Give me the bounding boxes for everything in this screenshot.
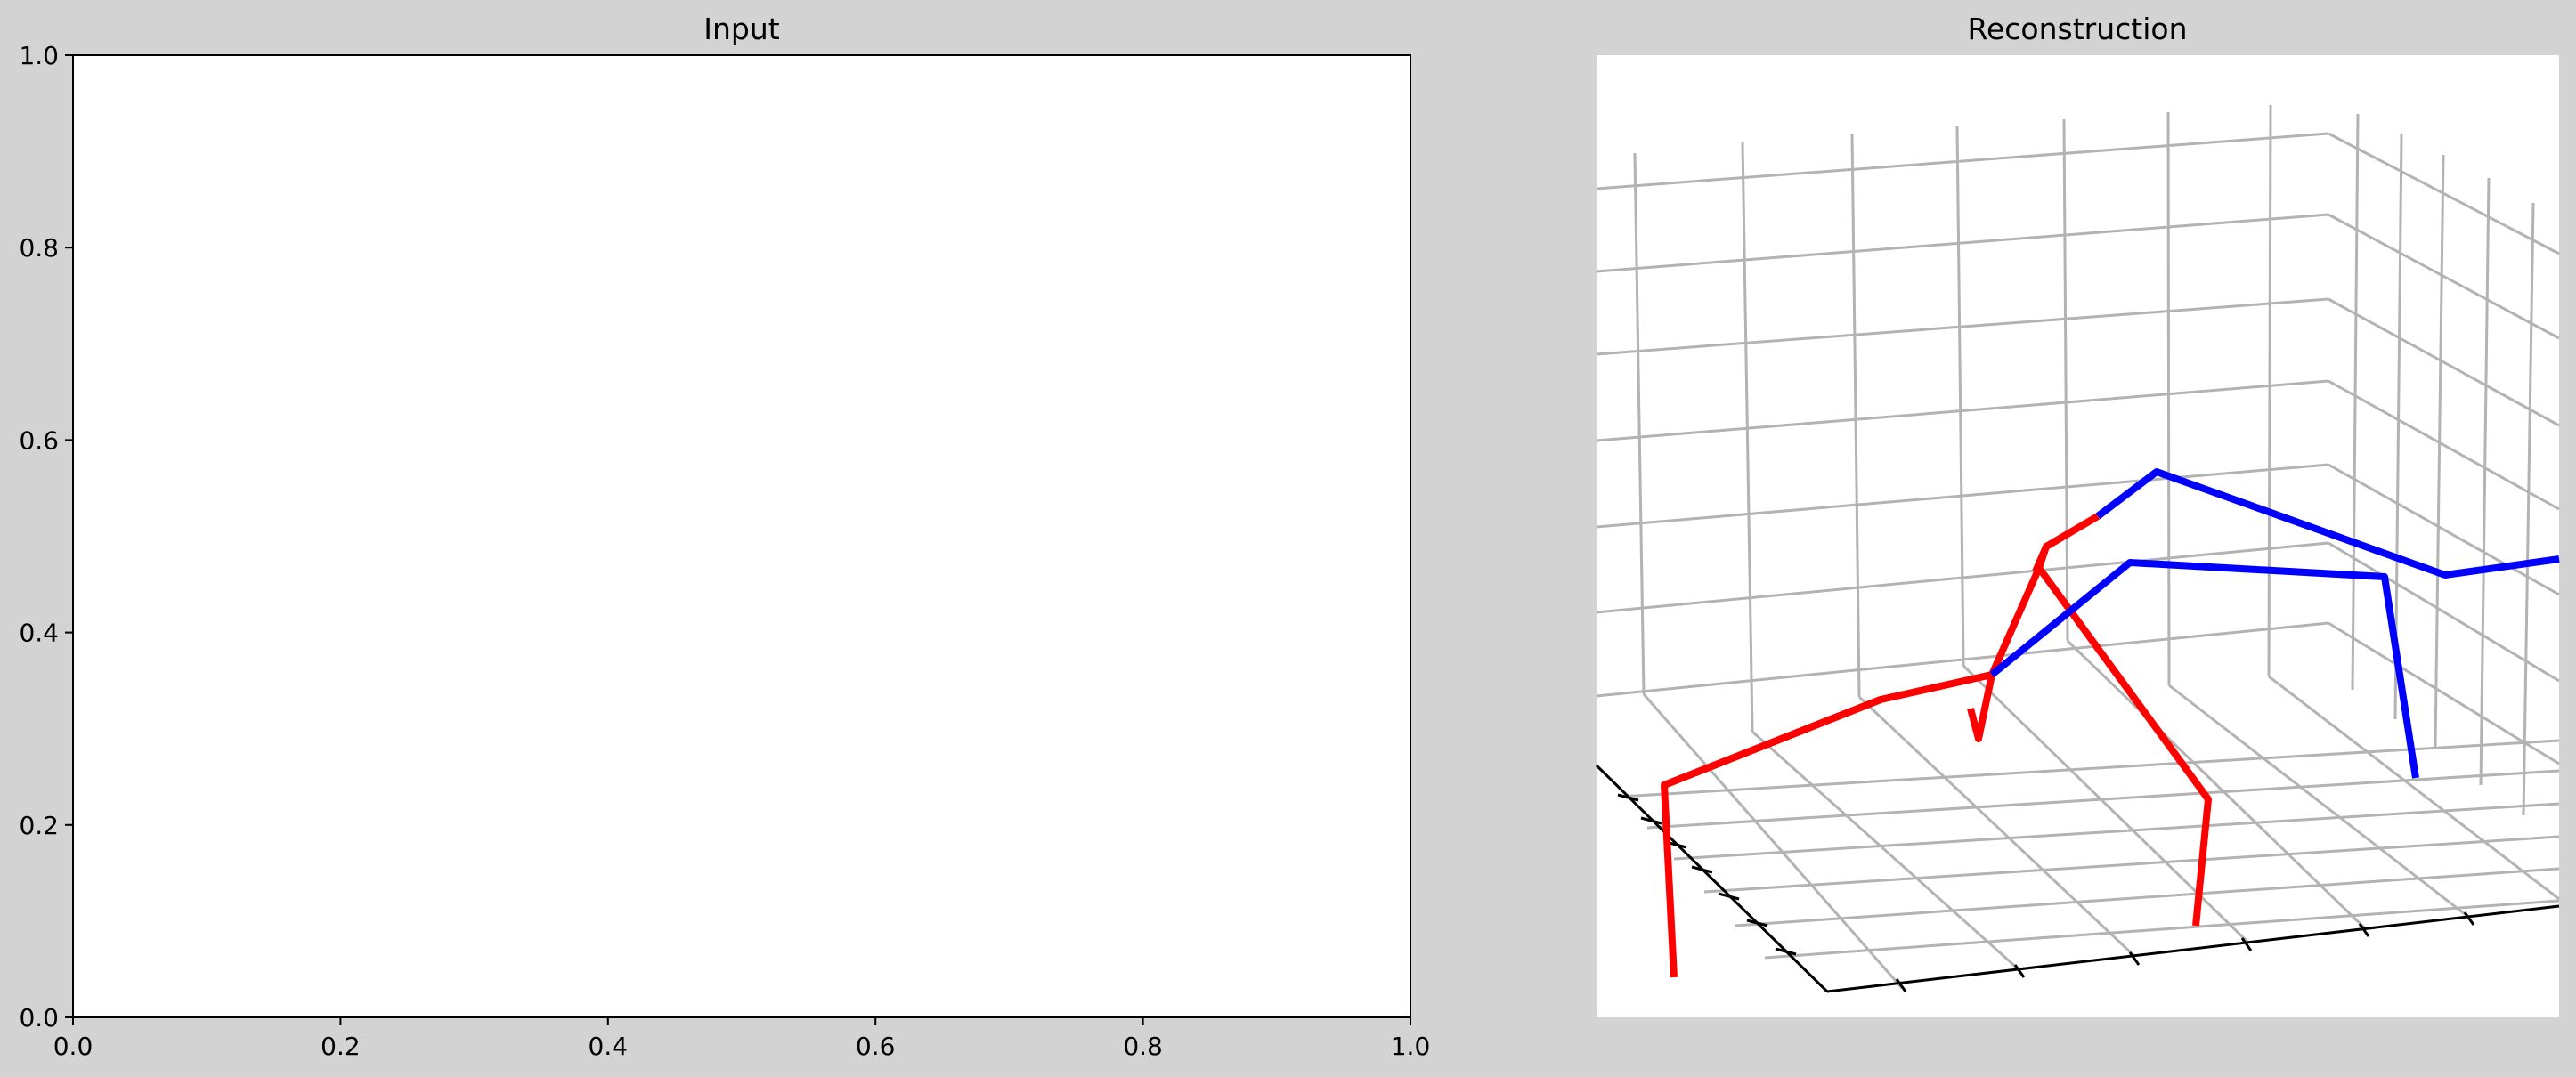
y-tick-label: 0.4 <box>19 619 59 648</box>
grid-line <box>2267 104 2272 677</box>
reconstruction-pane <box>1597 55 2559 1017</box>
figure: Input 0.0 0.2 0.4 0.6 0.8 1.0 0.0 0.2 0.4 0.6 0.8… <box>0 0 2576 1077</box>
x-tick-label: 0.0 <box>53 1032 93 1061</box>
x-tick-label: 0.8 <box>1123 1032 1163 1061</box>
y-tick-label: 1.0 <box>19 41 59 70</box>
grid-line <box>2166 111 2171 686</box>
y-tick-label: 0.6 <box>19 425 59 455</box>
y-tick-label: 0.2 <box>19 811 59 840</box>
input-axes: Input 0.0 0.2 0.4 0.6 0.8 1.0 0.0 0.2 0.4 0.6 0.8… <box>19 12 1430 1061</box>
x-tick-label: 0.4 <box>589 1032 629 1061</box>
input-title: Input <box>703 12 780 46</box>
reconstruction-axes: Reconstruction <box>1595 12 2560 1017</box>
x-tick-label: 0.6 <box>856 1032 896 1061</box>
y-tick-label: 0.0 <box>19 1003 59 1032</box>
x-tick-label: 1.0 <box>1391 1032 1431 1061</box>
x-tick-label: 0.2 <box>321 1032 361 1061</box>
reconstruction-title: Reconstruction <box>1968 12 2188 46</box>
y-tick-label: 0.8 <box>19 233 59 263</box>
input-plot-area <box>72 54 1411 1018</box>
